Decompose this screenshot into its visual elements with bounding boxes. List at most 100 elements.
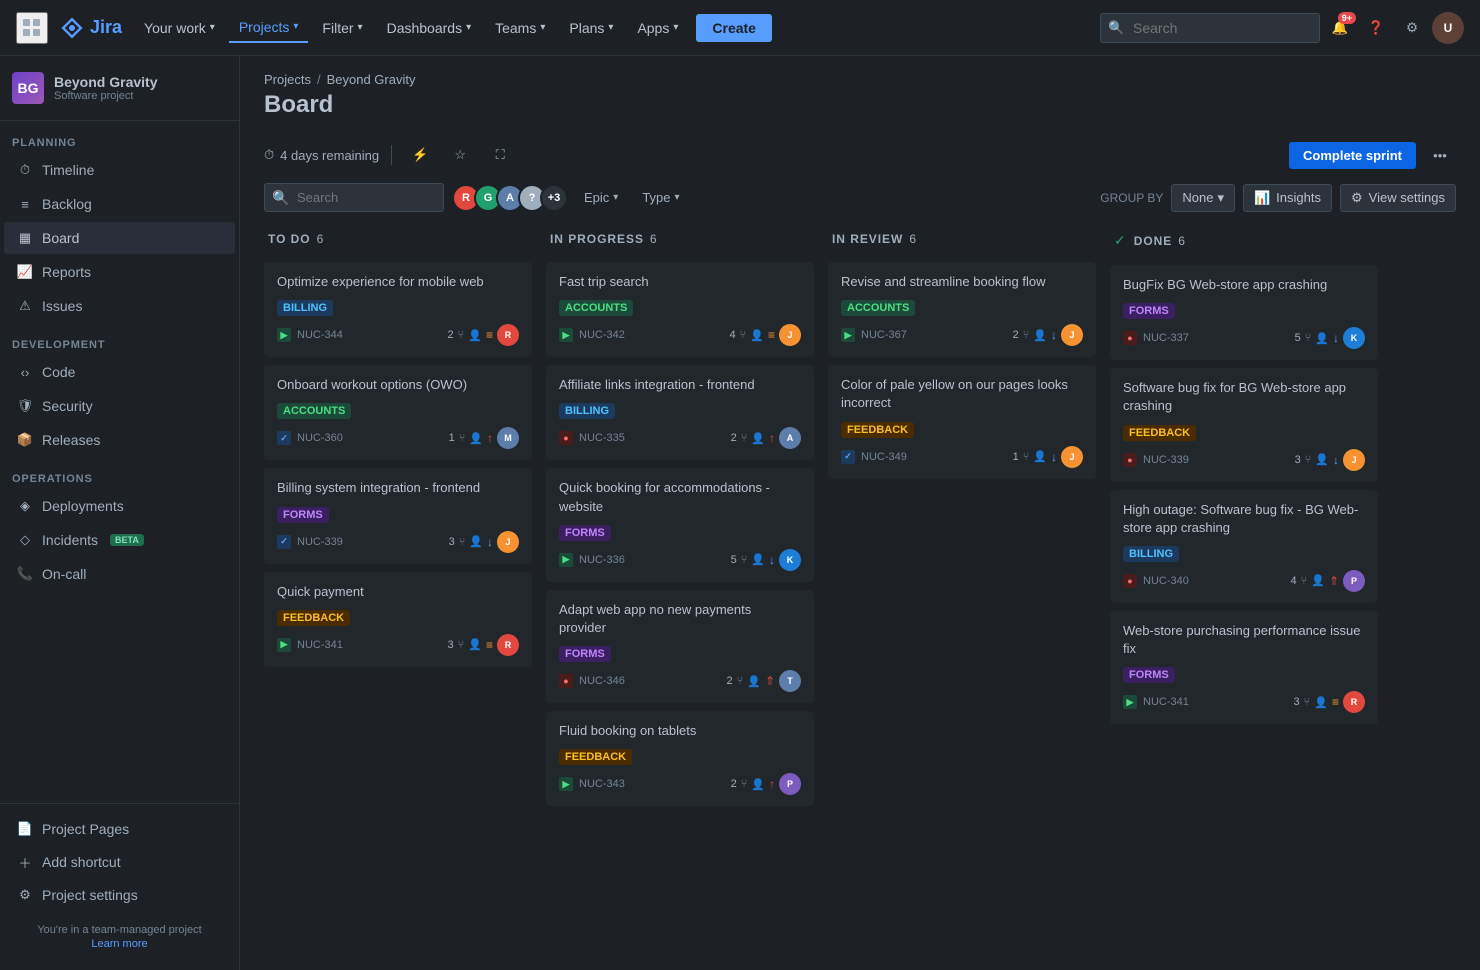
column-cards-inprogress: Fast trip search ACCOUNTS ▶ NUC-342 4 ⑂ … — [546, 262, 816, 954]
card-count: 3 — [448, 639, 454, 651]
sidebar-item-project-settings[interactable]: ⚙ Project settings — [4, 879, 235, 911]
board-card[interactable]: Software bug fix for BG Web-store app cr… — [1110, 368, 1378, 481]
sidebar-item-reports[interactable]: 📈 Reports — [4, 256, 235, 288]
sidebar-item-add-shortcut[interactable]: ＋ Add shortcut — [4, 846, 235, 878]
board-card[interactable]: Billing system integration - frontend FO… — [264, 468, 532, 563]
board-card[interactable]: Revise and streamline booking flow ACCOU… — [828, 262, 1096, 357]
nav-yourwork[interactable]: Your work▾ — [134, 14, 225, 42]
column-header-done: ✓ DONE 6 — [1110, 224, 1380, 257]
sidebar-project[interactable]: BG Beyond Gravity Software project — [0, 56, 239, 121]
card-assignee-avatar: R — [497, 324, 519, 346]
sidebar-item-releases[interactable]: 📦 Releases — [4, 424, 235, 456]
breadcrumb-project[interactable]: Beyond Gravity — [327, 72, 416, 87]
view-settings-button[interactable]: ⚙ View settings — [1340, 184, 1456, 212]
card-count: 3 — [1295, 454, 1301, 466]
jira-logo[interactable]: Jira — [60, 16, 122, 40]
nav-apps[interactable]: Apps▾ — [627, 14, 688, 42]
column-done: ✓ DONE 6 BugFix BG Web-store app crashin… — [1110, 224, 1380, 954]
bug-icon: ● — [559, 674, 573, 688]
board-card[interactable]: BugFix BG Web-store app crashing FORMS ●… — [1110, 265, 1378, 360]
sidebar-item-incidents[interactable]: ◇ Incidents BETA — [4, 524, 235, 556]
board-card[interactable]: Adapt web app no new payments provider F… — [546, 590, 814, 703]
help-button[interactable]: ❓ — [1360, 12, 1392, 44]
nav-teams[interactable]: Teams▾ — [485, 14, 555, 42]
board-card[interactable]: Fluid booking on tablets FEEDBACK ▶ NUC-… — [546, 711, 814, 806]
card-tag: FEEDBACK — [559, 749, 632, 765]
avatar-more[interactable]: +3 — [540, 184, 568, 212]
board-card[interactable]: Quick payment FEEDBACK ▶ NUC-341 3 ⑂ 👤 ≡… — [264, 572, 532, 667]
board-card[interactable]: Quick booking for accommodations - websi… — [546, 468, 814, 581]
nav-plans[interactable]: Plans▾ — [559, 14, 623, 42]
board-card[interactable]: Onboard workout options (OWO) ACCOUNTS ✓… — [264, 365, 532, 460]
board-search-input[interactable] — [264, 183, 444, 212]
card-meta: 1 ⑂ 👤 ↓ J — [1013, 446, 1083, 468]
sidebar-item-deployments[interactable]: ◈ Deployments — [4, 490, 235, 522]
person-icon: 👤 — [751, 432, 765, 445]
grid-menu-button[interactable] — [16, 12, 48, 44]
group-by-select[interactable]: None ▾ — [1171, 184, 1235, 212]
insights-button[interactable]: 📊 Insights — [1243, 184, 1332, 212]
epic-chevron: ▾ — [613, 192, 618, 203]
card-count: 2 — [731, 432, 737, 444]
star-button[interactable]: ☆ — [444, 139, 476, 171]
card-assignee-avatar: P — [779, 773, 801, 795]
card-meta: 4 ⑂ 👤 ⇑ P — [1291, 570, 1366, 592]
insights-icon: 📊 — [1254, 190, 1270, 206]
card-assignee-avatar: K — [1343, 327, 1365, 349]
lightning-button[interactable]: ⚡ — [404, 139, 436, 171]
card-assignee-avatar: A — [779, 427, 801, 449]
complete-sprint-button[interactable]: Complete sprint — [1289, 142, 1416, 169]
nav-filter[interactable]: Filter▾ — [312, 14, 372, 42]
search-input[interactable] — [1100, 13, 1320, 43]
board-card[interactable]: Color of pale yellow on our pages looks … — [828, 365, 1096, 478]
notifications-button[interactable]: 🔔 9+ — [1324, 12, 1356, 44]
sidebar-item-security[interactable]: 🛡 Security — [4, 390, 235, 422]
settings-button[interactable]: ⚙ — [1396, 12, 1428, 44]
sidebar-item-code[interactable]: ‹› Code — [4, 356, 235, 388]
expand-button[interactable]: ⛶ — [484, 139, 516, 171]
sprint-divider — [391, 145, 392, 165]
sidebar-item-timeline[interactable]: ⏱ Timeline — [4, 154, 235, 186]
board-card[interactable]: Affiliate links integration - frontend B… — [546, 365, 814, 460]
more-options-button[interactable]: ••• — [1424, 139, 1456, 171]
card-footer: ● NUC-346 2 ⑂ 👤 ⇑ T — [559, 670, 801, 692]
card-issue-num: NUC-340 — [1143, 575, 1189, 587]
sidebar-item-oncall[interactable]: 📞 On-call — [4, 558, 235, 590]
sidebar-item-issues[interactable]: ⚠ Issues — [4, 290, 235, 322]
board-toolbar: ⏱ 4 days remaining ⚡ ☆ ⛶ Complete sprint… — [240, 127, 1480, 183]
card-assignee-avatar: R — [1343, 691, 1365, 713]
card-title: Onboard workout options (OWO) — [277, 376, 519, 394]
card-meta: 2 ⑂ 👤 ↑ A — [731, 427, 801, 449]
sidebar-item-board[interactable]: ▦ Board — [4, 222, 235, 254]
column-title-inprogress: IN PROGRESS — [550, 232, 644, 246]
card-footer: ▶ NUC-343 2 ⑂ 👤 ↑ P — [559, 773, 801, 795]
board-card[interactable]: Fast trip search ACCOUNTS ▶ NUC-342 4 ⑂ … — [546, 262, 814, 357]
card-tag: FEEDBACK — [277, 610, 350, 626]
learn-more-link[interactable]: Learn more — [12, 938, 227, 950]
board-card[interactable]: High outage: Software bug fix - BG Web-s… — [1110, 490, 1378, 603]
card-issue-num: NUC-343 — [579, 778, 625, 790]
sidebar-item-backlog[interactable]: ≡ Backlog — [4, 188, 235, 220]
board-card[interactable]: Optimize experience for mobile web BILLI… — [264, 262, 532, 357]
column-todo: TO DO 6 Optimize experience for mobile w… — [264, 224, 534, 954]
security-icon: 🛡 — [16, 397, 34, 415]
type-filter[interactable]: Type ▾ — [634, 185, 687, 210]
nav-projects[interactable]: Projects▾ — [229, 13, 309, 43]
card-tag: BILLING — [1123, 546, 1179, 562]
card-footer: ▶ NUC-341 3 ⑂ 👤 ≡ R — [277, 634, 519, 656]
create-button[interactable]: Create — [696, 14, 772, 42]
nav-dashboards[interactable]: Dashboards▾ — [377, 14, 482, 42]
card-footer: ✓ NUC-360 1 ⑂ 👤 ↑ M — [277, 427, 519, 449]
main-content: Projects / Beyond Gravity Board ⏱ 4 days… — [240, 56, 1480, 970]
column-header-inprogress: IN PROGRESS 6 — [546, 224, 816, 254]
sidebar-item-project-pages[interactable]: 📄 Project Pages — [4, 813, 235, 845]
column-count-done: 6 — [1178, 234, 1185, 248]
person-icon: 👤 — [468, 638, 482, 651]
column-title-done: DONE — [1134, 234, 1173, 248]
card-meta: 3 ⑂ 👤 ≡ R — [1294, 691, 1365, 713]
breadcrumb-projects[interactable]: Projects — [264, 72, 311, 87]
user-avatar[interactable]: U — [1432, 12, 1464, 44]
epic-filter[interactable]: Epic ▾ — [576, 185, 626, 210]
card-issue-num: NUC-344 — [297, 329, 343, 341]
board-card[interactable]: Web-store purchasing performance issue f… — [1110, 611, 1378, 724]
